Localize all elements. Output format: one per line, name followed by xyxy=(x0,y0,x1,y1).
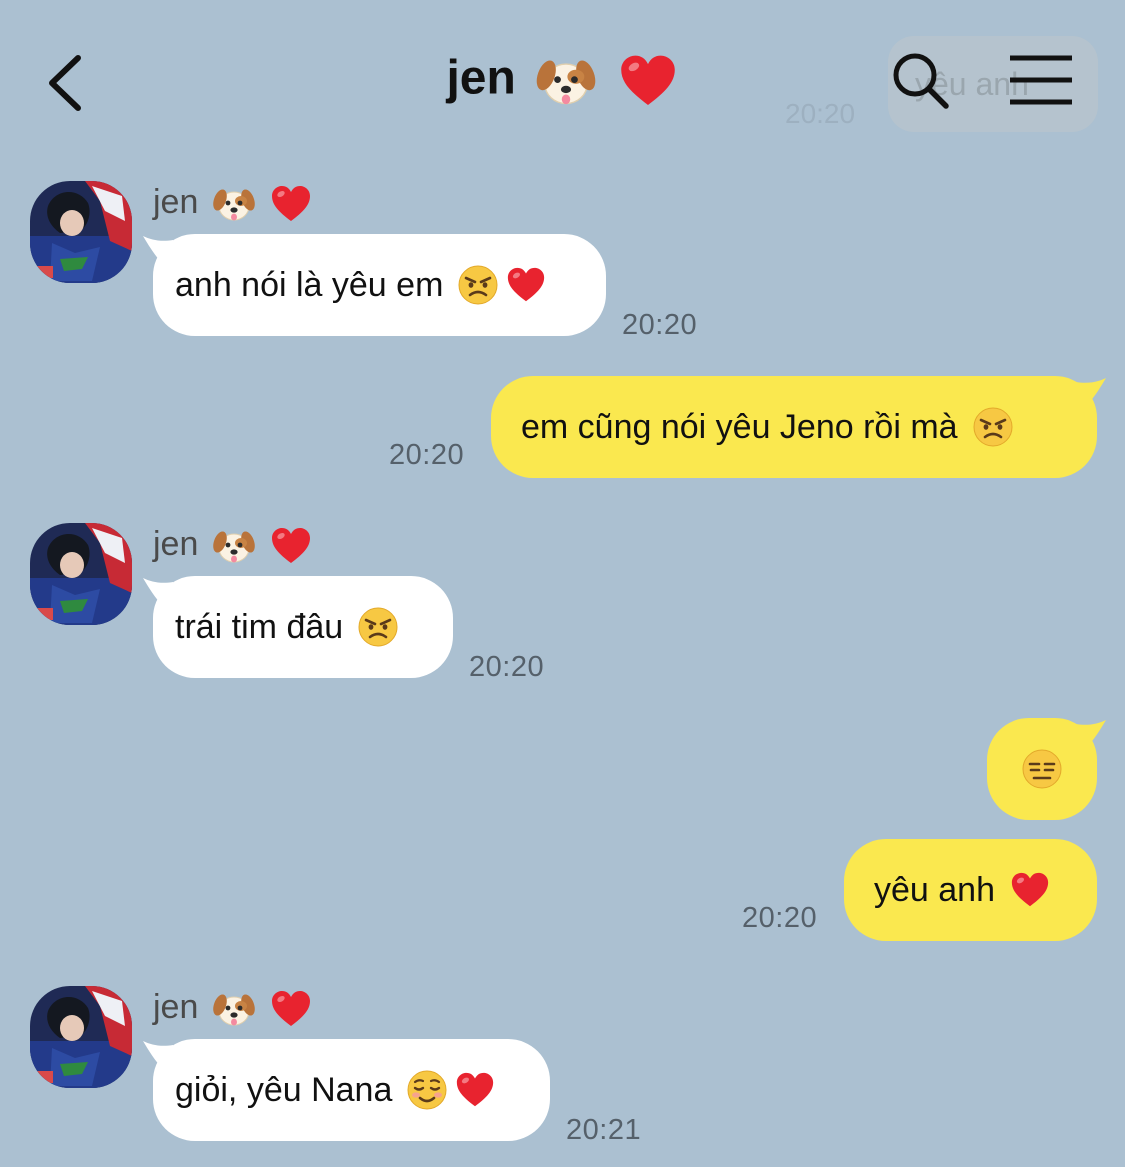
chevron-left-icon xyxy=(49,55,81,111)
sender-avatar[interactable] xyxy=(30,986,132,1088)
message-text: giỏi, yêu Nana xyxy=(175,1070,393,1109)
dog-face-emoji xyxy=(212,524,256,568)
search-button[interactable] xyxy=(888,48,952,112)
red-heart-emoji xyxy=(505,264,547,306)
red-heart-emoji xyxy=(269,987,313,1031)
message-time: 20:20 xyxy=(742,902,818,934)
message-time: 20:21 xyxy=(566,1114,642,1146)
message-text: anh nói là yêu em xyxy=(175,265,444,304)
sender-name-text: jen xyxy=(153,987,199,1026)
dog-face-emoji xyxy=(212,182,256,226)
message-time: 20:20 xyxy=(469,651,545,683)
message-text: yêu anh xyxy=(874,870,995,909)
red-heart-emoji xyxy=(269,182,313,226)
sender-name: jen xyxy=(153,987,313,1031)
message-bubble-outgoing[interactable]: em cũng nói yêu Jeno rồi mà xyxy=(491,376,1097,478)
message-time: 20:20 xyxy=(389,439,465,471)
hamburger-menu-icon xyxy=(1010,55,1072,105)
red-heart-emoji xyxy=(269,524,313,568)
sender-name: jen xyxy=(153,182,313,226)
message-preview-time: 20:20 xyxy=(785,98,856,129)
message-bubble-incoming[interactable]: anh nói là yêu em xyxy=(153,234,606,336)
message-text: em cũng nói yêu Jeno rồi mà xyxy=(521,407,958,446)
message-bubble-outgoing[interactable]: yêu anh xyxy=(844,839,1097,941)
red-heart-emoji xyxy=(1009,869,1051,911)
dog-face-emoji xyxy=(212,987,256,1031)
sender-avatar[interactable] xyxy=(30,181,132,283)
smiling-face-emoji xyxy=(406,1069,448,1111)
chat-header: yêu anh 20:20 jen xyxy=(0,0,1125,160)
menu-button[interactable] xyxy=(1006,50,1076,110)
message-bubble-outgoing[interactable] xyxy=(987,718,1097,820)
sender-name: jen xyxy=(153,524,313,568)
red-heart-emoji xyxy=(617,50,679,112)
angry-face-emoji xyxy=(457,264,499,306)
angry-face-emoji xyxy=(357,606,399,648)
red-heart-emoji xyxy=(454,1069,496,1111)
angry-face-emoji xyxy=(972,406,1014,448)
sender-avatar[interactable] xyxy=(30,523,132,625)
sender-name-text: jen xyxy=(153,524,199,563)
sender-name-text: jen xyxy=(153,182,199,221)
search-icon xyxy=(893,53,949,109)
expressionless-face-emoji xyxy=(1021,748,1063,790)
message-bubble-incoming[interactable]: giỏi, yêu Nana xyxy=(153,1039,550,1141)
message-time: 20:20 xyxy=(622,309,698,341)
dog-face-emoji xyxy=(535,50,597,112)
back-button[interactable] xyxy=(40,48,100,118)
message-text: trái tim đâu xyxy=(175,607,344,646)
chat-title-text[interactable]: jen xyxy=(446,52,515,105)
message-bubble-incoming[interactable]: trái tim đâu xyxy=(153,576,453,678)
